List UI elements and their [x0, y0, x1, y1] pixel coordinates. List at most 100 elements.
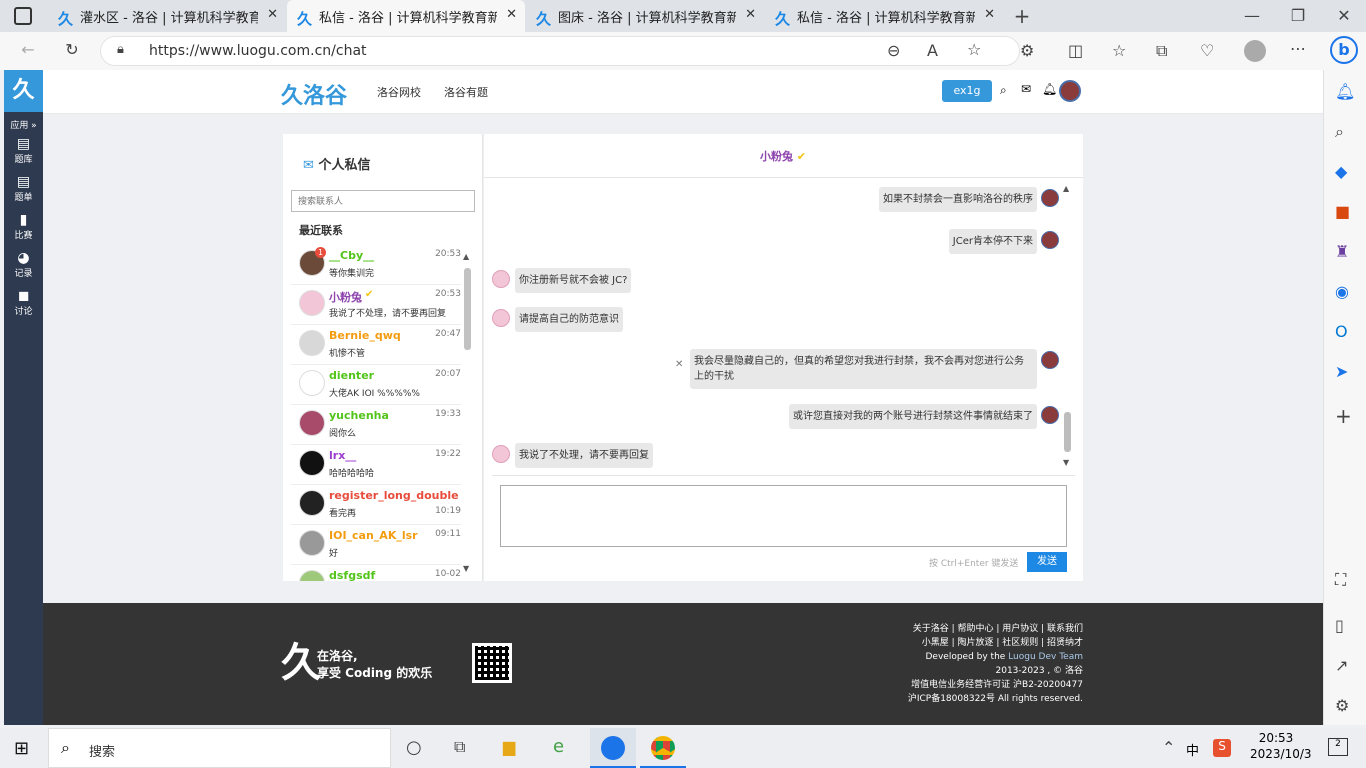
cortana-icon[interactable]: ○: [406, 737, 422, 758]
contact-item[interactable]: dsfgsdf 10-02: [291, 565, 461, 581]
close-tab-icon[interactable]: ✕: [267, 7, 278, 22]
avatar[interactable]: [1041, 189, 1059, 207]
split-screen-icon[interactable]: ◫: [1068, 41, 1083, 60]
file-explorer-icon[interactable]: ▆: [503, 737, 515, 756]
bell-icon[interactable]: 🔔︎: [1042, 82, 1057, 96]
scroll-up-icon[interactable]: ▲: [1063, 184, 1069, 193]
contact-item[interactable]: register_long_double 看完再 10:19: [291, 485, 461, 525]
notification-center-icon[interactable]: 2: [1328, 738, 1348, 756]
bing-copilot-icon[interactable]: b: [1330, 36, 1358, 64]
ime-indicator[interactable]: 中: [1186, 740, 1199, 759]
send-icon[interactable]: ➤: [1335, 362, 1348, 381]
browser-tab-1[interactable]: 久 私信 - 洛谷 | 计算机科学教育新生 ✕: [287, 0, 525, 32]
contact-item[interactable]: Bernie_qwq 机惨不管 20:47: [291, 325, 461, 365]
browser-tab-3[interactable]: 久 私信 - 洛谷 | 计算机科学教育新生 ✕: [765, 0, 1003, 32]
ie-browser-icon[interactable]: e: [553, 736, 564, 757]
messages-scrollbar[interactable]: [1064, 412, 1071, 452]
profile-avatar[interactable]: [1244, 40, 1266, 62]
contact-item[interactable]: lrx__ 哈哈哈哈哈 19:22: [291, 445, 461, 485]
send-failed-icon[interactable]: ✕: [675, 359, 683, 370]
new-tab-icon[interactable]: +: [1012, 4, 1032, 28]
avatar[interactable]: [492, 309, 510, 327]
favorites-icon[interactable]: ☆: [1112, 41, 1126, 60]
more-menu-icon[interactable]: ⋯: [1290, 39, 1306, 58]
zoom-out-icon[interactable]: ⊖: [887, 41, 900, 60]
avatar[interactable]: [492, 270, 510, 288]
bell-icon[interactable]: 🔔︎: [1335, 82, 1355, 101]
sidebar-item-discuss[interactable]: ◼ 讨论: [4, 288, 43, 317]
tab-actions-icon[interactable]: [14, 7, 32, 25]
clock[interactable]: 20:53 2023/10/3: [1250, 731, 1312, 761]
sogou-ime-icon[interactable]: S: [1213, 739, 1231, 757]
browser-tab-0[interactable]: 久 灌水区 - 洛谷 | 计算机科学教育新 ✕: [48, 0, 286, 32]
settings-gear-icon[interactable]: ⚙: [1335, 696, 1349, 715]
brand-logo[interactable]: 久洛谷: [281, 78, 347, 110]
shopping-tag-icon[interactable]: ◆: [1335, 162, 1347, 181]
address-bar[interactable]: 🔒︎ https://www.luogu.com.cn/chat ⊖ A ☆: [100, 36, 1020, 66]
scroll-down-icon[interactable]: ▼: [463, 564, 469, 573]
contact-search-input[interactable]: [291, 190, 475, 212]
close-tab-icon[interactable]: ✕: [984, 7, 995, 22]
read-aloud-icon[interactable]: A: [927, 41, 938, 60]
restore-icon[interactable]: ❐: [1290, 6, 1306, 25]
collections-icon[interactable]: ⧉: [1156, 41, 1167, 61]
games-icon[interactable]: ♜: [1335, 242, 1349, 261]
search-icon[interactable]: ⌕: [1000, 83, 1007, 98]
contact-item[interactable]: yuchenha 阅你么 19:33: [291, 405, 461, 445]
mail-icon[interactable]: ✉: [1021, 82, 1031, 96]
message-input[interactable]: [500, 485, 1067, 547]
apps-toggle[interactable]: 应用 »: [4, 118, 43, 131]
footer-links-2[interactable]: 小黑屋 | 陶片放逐 | 社区规则 | 招贤纳才: [908, 636, 1083, 650]
outlook-icon[interactable]: O: [1335, 322, 1348, 341]
scroll-down-icon[interactable]: ▼: [1063, 458, 1069, 467]
contact-item[interactable]: __Cby__ 等你集训完 20:53 1: [291, 245, 461, 285]
minimize-icon[interactable]: —: [1244, 6, 1260, 25]
sidebar-item-lists[interactable]: ▤ 题单: [4, 174, 43, 203]
task-view-icon[interactable]: ⧉: [454, 737, 465, 757]
contact-item[interactable]: dienter 大佬AK IOI %%%%% 20:07: [291, 365, 461, 405]
edge-taskbar-button[interactable]: [590, 728, 636, 768]
tray-expand-icon[interactable]: ⌃: [1162, 738, 1175, 757]
avatar[interactable]: [1041, 351, 1059, 369]
footer-links-1[interactable]: 关于洛谷 | 帮助中心 | 用户协议 | 联系我们: [908, 622, 1083, 636]
nav-luogu-problems[interactable]: 洛谷有题: [444, 84, 488, 100]
windows-start-icon[interactable]: ⊞: [14, 738, 29, 759]
sidebar-item-problems[interactable]: ▤ 题库: [4, 136, 43, 165]
taskbar-search-box[interactable]: ⌕ 搜索: [48, 728, 391, 768]
chrome-taskbar-button[interactable]: [640, 728, 686, 768]
refresh-icon[interactable]: ↻: [62, 40, 82, 59]
close-tab-icon[interactable]: ✕: [506, 7, 517, 22]
footer-icp-1[interactable]: 增值电信业务经营许可证 沪B2-20200477: [908, 678, 1083, 692]
tools-icon[interactable]: ■: [1335, 202, 1350, 221]
open-external-icon[interactable]: ↗: [1335, 656, 1348, 675]
ex1g-button[interactable]: ex1g: [942, 80, 992, 102]
extensions-icon[interactable]: ⚙: [1020, 41, 1034, 60]
sidebar-item-contests[interactable]: ▮ 比赛: [4, 212, 43, 241]
sidebar-item-records[interactable]: ◕ 记录: [4, 250, 43, 279]
nav-online-school[interactable]: 洛谷网校: [377, 84, 421, 100]
close-tab-icon[interactable]: ✕: [745, 7, 756, 22]
back-icon[interactable]: ←: [18, 40, 38, 59]
performance-icon[interactable]: ♡: [1200, 41, 1214, 60]
contacts-scrollbar[interactable]: [464, 268, 471, 350]
screenshot-icon[interactable]: ⛶: [1335, 570, 1346, 590]
browser-tab-2[interactable]: 久 图床 - 洛谷 | 计算机科学教育新生 ✕: [526, 0, 764, 32]
office-icon[interactable]: ◉: [1335, 282, 1349, 301]
send-button[interactable]: 发送: [1027, 552, 1067, 572]
footer-icp-2[interactable]: 沪ICP备18008322号 All rights reserved.: [908, 692, 1083, 706]
add-icon[interactable]: +: [1335, 404, 1352, 428]
luogu-logo-icon[interactable]: 久: [4, 70, 43, 112]
window-close-icon[interactable]: ✕: [1336, 6, 1352, 25]
scroll-up-icon[interactable]: ▲: [463, 252, 469, 261]
favorite-star-icon[interactable]: ☆: [967, 40, 981, 59]
contact-name: __Cby__: [329, 249, 375, 262]
contact-item[interactable]: 小粉兔 ✔ 我说了不处理，请不要再回复 20:53: [291, 285, 461, 325]
sidebar-layout-icon[interactable]: ▯: [1335, 616, 1344, 635]
avatar[interactable]: [1041, 406, 1059, 424]
avatar[interactable]: [492, 445, 510, 463]
search-icon[interactable]: ⌕: [1335, 122, 1344, 142]
peer-name[interactable]: 小粉兔 ✔: [760, 148, 806, 164]
contact-item[interactable]: IOI_can_AK_lsr 好 09:11: [291, 525, 461, 565]
avatar[interactable]: [1041, 231, 1059, 249]
user-avatar[interactable]: [1059, 80, 1081, 102]
